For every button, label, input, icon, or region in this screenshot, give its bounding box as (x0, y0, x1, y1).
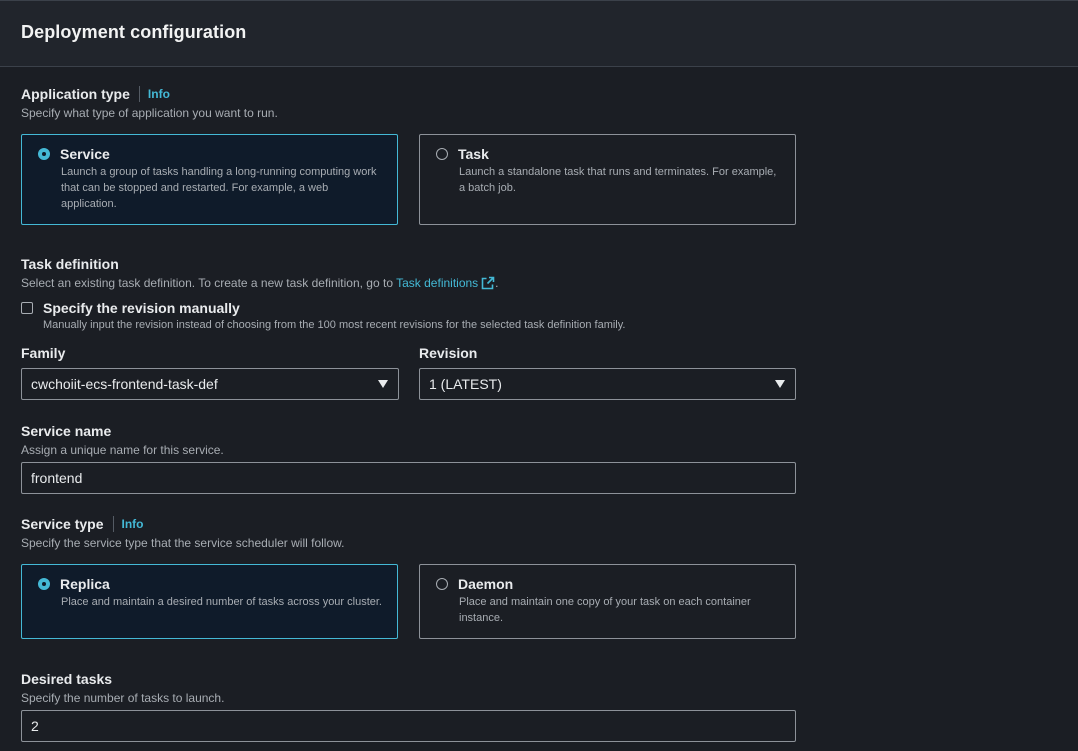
specify-revision-label[interactable]: Specify the revision manually (43, 300, 240, 316)
desired-tasks-section: Desired tasks Specify the number of task… (21, 671, 224, 705)
family-select[interactable]: cwchoiit-ecs-frontend-task-def (21, 368, 399, 400)
revision-select[interactable]: 1 (LATEST) (419, 368, 796, 400)
application-type-service-tile[interactable]: Service Launch a group of tasks handling… (21, 134, 398, 225)
service-radio[interactable] (38, 148, 50, 160)
task-tile-description: Launch a standalone task that runs and t… (459, 166, 777, 194)
caret-down-icon (378, 380, 388, 388)
deployment-configuration-panel: Deployment configuration Application typ… (0, 0, 1078, 751)
family-select-value: cwchoiit-ecs-frontend-task-def (31, 376, 218, 392)
task-definition-section: Task definition Select an existing task … (21, 256, 499, 290)
panel-title: Deployment configuration (21, 22, 247, 42)
external-link-icon (481, 276, 495, 290)
service-tile-title: Service (60, 146, 110, 162)
service-name-value: frontend (31, 470, 83, 486)
application-type-section: Application type Info Specify what type … (21, 86, 278, 120)
service-name-label: Service name (21, 423, 112, 439)
service-tile-description: Launch a group of tasks handling a long-… (61, 166, 377, 210)
task-definitions-link-text[interactable]: Task definitions (396, 276, 478, 290)
application-type-description: Specify what type of application you wan… (21, 106, 278, 120)
replica-tile-description: Place and maintain a desired number of t… (61, 596, 382, 608)
desired-tasks-input[interactable]: 2 (21, 710, 796, 742)
service-type-daemon-tile[interactable]: Daemon Place and maintain one copy of yo… (419, 564, 796, 639)
daemon-tile-description: Place and maintain one copy of your task… (459, 596, 751, 624)
revision-select-value: 1 (LATEST) (429, 376, 502, 392)
specify-revision-checkbox[interactable] (21, 302, 33, 314)
service-type-replica-tile[interactable]: Replica Place and maintain a desired num… (21, 564, 398, 639)
desired-tasks-description: Specify the number of tasks to launch. (21, 691, 225, 705)
specify-revision-row: Specify the revision manually (21, 300, 240, 316)
task-tile-title: Task (458, 146, 489, 162)
application-type-label: Application type (21, 86, 130, 102)
specify-revision-description: Manually input the revision instead of c… (43, 319, 626, 331)
service-name-description: Assign a unique name for this service. (21, 443, 224, 457)
daemon-radio[interactable] (436, 578, 448, 590)
task-radio[interactable] (436, 148, 448, 160)
revision-label: Revision (419, 345, 478, 361)
task-definitions-link[interactable]: Task definitions (396, 276, 495, 290)
application-type-task-tile[interactable]: Task Launch a standalone task that runs … (419, 134, 796, 225)
task-definition-description-text: Select an existing task definition. To c… (21, 276, 393, 290)
desired-tasks-label: Desired tasks (21, 671, 113, 687)
info-separator (112, 516, 114, 532)
revision-label-wrap: Revision (419, 345, 477, 363)
service-type-label: Service type (21, 516, 104, 532)
task-definition-label: Task definition (21, 256, 119, 272)
service-name-input[interactable]: frontend (21, 462, 796, 494)
info-separator (138, 86, 140, 102)
family-label-wrap: Family (21, 345, 65, 363)
replica-radio[interactable] (38, 578, 50, 590)
daemon-tile-title: Daemon (458, 576, 514, 592)
family-label: Family (21, 345, 66, 361)
caret-down-icon (775, 380, 785, 388)
application-type-info-link[interactable]: Info (148, 87, 170, 101)
service-type-section: Service type Info Specify the service ty… (21, 516, 344, 550)
panel-header: Deployment configuration (0, 1, 1078, 67)
replica-tile-title: Replica (60, 576, 110, 592)
service-type-info-link[interactable]: Info (122, 517, 144, 531)
task-definition-description: Select an existing task definition. To c… (21, 276, 499, 290)
desired-tasks-value: 2 (31, 718, 39, 734)
service-type-description: Specify the service type that the servic… (21, 536, 345, 550)
service-name-section: Service name Assign a unique name for th… (21, 423, 224, 457)
task-definition-description-suffix: . (495, 276, 499, 290)
